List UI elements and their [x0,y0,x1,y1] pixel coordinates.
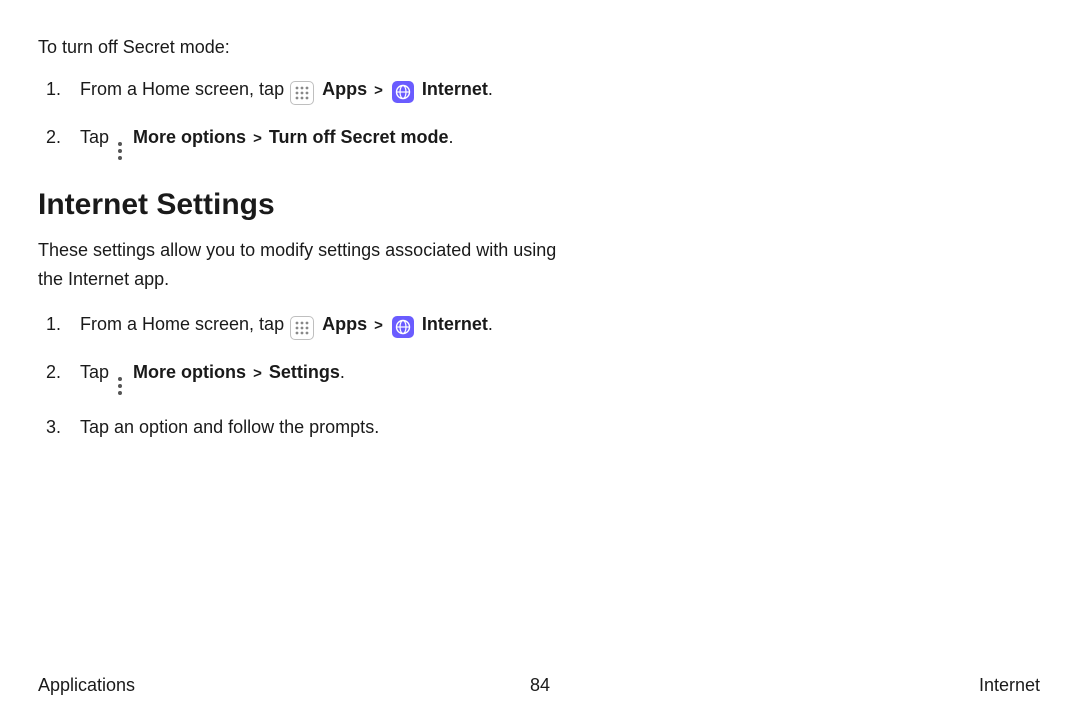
internet-label: Internet [422,314,488,334]
page-footer: Applications 84 Internet [0,675,1080,696]
step-suffix: . [488,314,493,334]
chevron-right-icon: > [251,130,264,147]
internet-settings-steps: From a Home screen, tap Apps > [38,310,1040,442]
step-text: Tap [80,127,114,147]
step-suffix: . [340,362,345,382]
internet-settings-description: These settings allow you to modify setti… [38,236,578,294]
step-text: Tap an option and follow the prompts. [80,417,379,437]
apps-label: Apps [322,314,367,334]
internet-icon [392,316,414,338]
step-1: From a Home screen, tap Apps > [66,310,1040,340]
action-label: Turn off Secret mode [269,127,449,147]
secret-mode-steps: From a Home screen, tap Apps > [38,75,1040,160]
step-text: Tap [80,362,114,382]
step-3: Tap an option and follow the prompts. [66,413,1040,442]
step-suffix: . [488,79,493,99]
internet-label: Internet [422,79,488,99]
more-options-label: More options [133,362,246,382]
step-2: Tap More options > Turn off Secret mode. [66,123,1040,160]
step-suffix: . [449,127,454,147]
chevron-right-icon: > [372,82,385,99]
action-label: Settings [269,362,340,382]
internet-icon [392,81,414,103]
step-2: Tap More options > Settings. [66,358,1040,395]
page-number: 84 [530,675,550,696]
more-options-icon [116,142,124,160]
apps-label: Apps [322,79,367,99]
footer-left: Applications [38,675,135,696]
more-options-label: More options [133,127,246,147]
step-1: From a Home screen, tap Apps > [66,75,1040,105]
step-text: From a Home screen, tap [80,79,289,99]
apps-icon [290,316,314,340]
internet-settings-heading: Internet Settings [38,188,1040,222]
footer-right: Internet [979,675,1040,696]
chevron-right-icon: > [372,317,385,334]
chevron-right-icon: > [251,365,264,382]
more-options-icon [116,377,124,395]
step-text: From a Home screen, tap [80,314,289,334]
apps-icon [290,81,314,105]
secret-mode-intro: To turn off Secret mode: [38,34,1040,61]
